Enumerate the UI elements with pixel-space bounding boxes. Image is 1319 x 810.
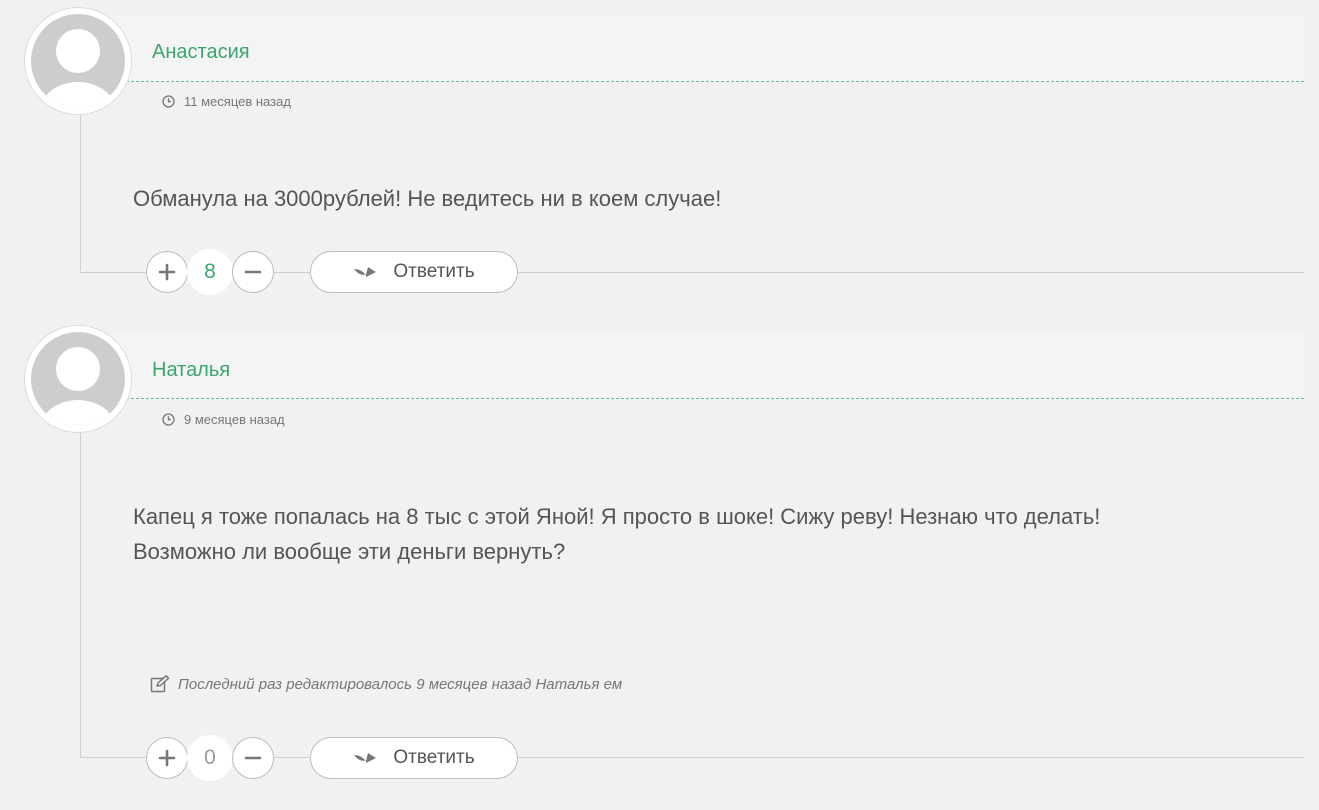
comment-header xyxy=(106,16,1304,82)
downvote-button[interactable] xyxy=(232,251,274,293)
comment-date: 11 месяцев назад xyxy=(162,94,291,109)
vote-count: 0 xyxy=(187,735,233,781)
reply-button[interactable]: Ответить xyxy=(310,251,518,293)
reply-arrow-icon xyxy=(353,264,377,280)
comment-author[interactable]: Анастасия xyxy=(152,41,250,64)
reply-button[interactable]: Ответить xyxy=(310,737,518,779)
comment-date-text: 11 месяцев назад xyxy=(184,94,291,109)
reply-arrow-icon xyxy=(353,750,377,766)
upvote-button[interactable] xyxy=(146,737,188,779)
comment: Анастасия 11 месяцев назад Обманула на 3… xyxy=(0,0,1319,300)
comment-paragraph: Возможно ли вообще эти деньги вернуть? xyxy=(133,539,566,564)
thread-line xyxy=(80,432,81,757)
downvote-button[interactable] xyxy=(232,737,274,779)
comment-paragraph: Капец я тоже попалась на 8 тыс с этой Ян… xyxy=(133,504,1101,529)
comment-actions: 0 Ответить xyxy=(146,735,518,781)
comment-text: Обманула на 3000рублей! Не ведитесь ни в… xyxy=(133,181,1259,216)
comments-list: Анастасия 11 месяцев назад Обманула на 3… xyxy=(0,0,1319,810)
upvote-button[interactable] xyxy=(146,251,188,293)
comment-actions: 8 Ответить xyxy=(146,249,518,295)
comment-author[interactable]: Наталья xyxy=(152,359,230,382)
edit-icon xyxy=(150,675,170,693)
comment-date-text: 9 месяцев назад xyxy=(184,412,285,427)
comment-header xyxy=(106,333,1304,399)
comment-text: Капец я тоже попалась на 8 тыс с этой Ян… xyxy=(133,499,1259,569)
reply-label: Ответить xyxy=(393,747,475,768)
minus-icon xyxy=(244,270,262,274)
edited-note: Последний раз редактировалось 9 месяцев … xyxy=(150,675,622,693)
vote-count: 8 xyxy=(187,249,233,295)
minus-icon xyxy=(244,756,262,760)
default-user-avatar-icon xyxy=(31,14,125,108)
plus-icon xyxy=(158,263,176,281)
clock-icon xyxy=(162,413,175,426)
avatar[interactable] xyxy=(24,325,132,433)
comment-date: 9 месяцев назад xyxy=(162,412,285,427)
clock-icon xyxy=(162,95,175,108)
comment: Наталья 9 месяцев назад Капец я тоже поп… xyxy=(0,322,1319,802)
edited-note-text: Последний раз редактировалось 9 месяцев … xyxy=(178,675,623,693)
plus-icon xyxy=(158,749,176,767)
reply-label: Ответить xyxy=(393,261,475,282)
comment-paragraph: Обманула на 3000рублей! Не ведитесь ни в… xyxy=(133,186,722,211)
default-user-avatar-icon xyxy=(31,332,125,426)
avatar[interactable] xyxy=(24,7,132,115)
thread-line xyxy=(80,114,81,271)
